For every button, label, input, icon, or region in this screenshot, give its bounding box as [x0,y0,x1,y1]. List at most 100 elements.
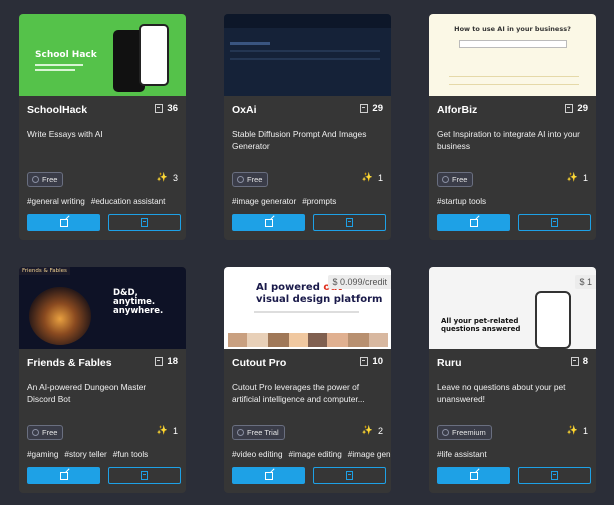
tag[interactable]: #prompts [302,197,336,206]
tag[interactable]: #story teller [64,450,106,459]
bookmark-icon [346,471,353,480]
open-website-button[interactable] [232,214,305,231]
thumbnail-image[interactable]: How to use AI in your business? [429,14,596,96]
save-count-value: 8 [582,356,588,367]
tool-card-friends-fables[interactable]: Friends & Fables D&D, anytime. anywhere.… [19,267,186,493]
phone-mockup [535,291,571,349]
circle-icon [237,176,244,183]
tool-title[interactable]: SchoolHack [27,104,87,116]
search-box [459,40,567,48]
circle-icon [442,429,449,436]
tag-list: #life assistant [437,449,592,461]
thumbnail-image[interactable]: All your pet-related questions answered [429,267,596,349]
tool-title[interactable]: Ruru [437,357,462,369]
thumb-line [230,42,270,45]
pricing-badge: Free Trial [232,425,285,440]
tool-description: Write Essays with AI [27,129,103,139]
save-count-value: 10 [372,356,383,367]
tag[interactable]: #general writing [27,197,85,206]
magic-wand-icon: ✨ [156,172,168,182]
bookmark-icon [551,471,558,480]
open-website-button[interactable] [232,467,305,484]
bookmark-button[interactable] [108,467,181,484]
tool-title[interactable]: OxAi [232,104,257,116]
tag-list: #gaming #story teller #fun tools [27,449,182,461]
thumbnail-headline-2: visual design platform [256,294,383,305]
bookmark-icon [570,357,579,366]
table-scene-image [29,287,91,345]
thumbnail-headline: D&D, anytime. anywhere. [113,288,164,316]
usage-count-value: 1 [582,172,588,183]
price-tag: $ 0.099/credit [328,275,391,289]
thumbnail-headline: School Hack [35,50,97,60]
thumbnail-image[interactable]: Friends & Fables D&D, anytime. anywhere. [19,267,186,349]
bookmark-button[interactable] [518,467,591,484]
tool-title[interactable]: AIforBiz [437,104,477,116]
usage-count: ✨ 3 [157,172,178,183]
save-count: 8 [570,356,588,367]
tag[interactable]: #image generator [348,450,391,459]
tag[interactable]: #life assistant [437,450,487,459]
tag[interactable]: #startup tools [437,197,486,206]
thumb-line [35,69,75,71]
tool-card-cutout-pro[interactable]: AI powered out visual design platform $ … [224,267,391,493]
thumbnail-headline: How to use AI in your business? [454,25,571,33]
bookmark-icon [155,357,164,366]
tool-description: Cutout Pro leverages the power of artifi… [232,382,365,404]
tag-list: #startup tools [437,196,592,208]
external-link-icon [264,218,273,227]
phone-mockup [139,24,169,86]
open-website-button[interactable] [27,214,100,231]
thumb-bar [224,14,391,28]
usage-count: ✨ 2 [362,425,383,436]
circle-icon [442,176,449,183]
tag[interactable]: #fun tools [113,450,149,459]
tag[interactable]: #image generator [232,197,296,206]
save-count-value: 29 [577,103,588,114]
usage-count-value: 3 [172,172,178,183]
external-link-icon [59,471,68,480]
price-tag: $ 1 [575,275,596,289]
open-website-button[interactable] [437,214,510,231]
save-count-value: 29 [372,103,383,114]
thumb-line [254,311,359,313]
tool-title[interactable]: Cutout Pro [232,357,286,369]
open-website-button[interactable] [27,467,100,484]
tag-list: #general writing #education assistant [27,196,182,208]
bookmark-button[interactable] [518,214,591,231]
tool-card-aiforbiz[interactable]: How to use AI in your business? AIforBiz… [429,14,596,240]
tag[interactable]: #video editing [232,450,283,459]
magic-wand-icon: ✨ [566,425,578,435]
usage-count-value: 1 [172,425,178,436]
tool-card-oxai[interactable]: OxAi 29 Stable Diffusion Prompt And Imag… [224,14,391,240]
bookmark-button[interactable] [313,467,386,484]
usage-count: ✨ 1 [157,425,178,436]
tag-list: #image generator #prompts [232,196,387,208]
tag[interactable]: #gaming [27,450,58,459]
thumbnail-image[interactable] [224,14,391,96]
tool-card-schoolhack[interactable]: School Hack SchoolHack 36 Write Essays w… [19,14,186,240]
bookmark-icon [346,218,353,227]
bookmark-icon [141,471,148,480]
thumb-line [449,76,579,77]
open-website-button[interactable] [437,467,510,484]
save-count-value: 36 [167,103,178,114]
bookmark-button[interactable] [108,214,181,231]
tag[interactable]: #image editing [289,450,342,459]
usage-count-value: 1 [377,172,383,183]
bookmark-button[interactable] [313,214,386,231]
circle-icon [237,429,244,436]
tag[interactable]: #education assistant [91,197,166,206]
tool-title[interactable]: Friends & Fables [27,357,112,369]
thumbnail-headline: All your pet-related questions answered [441,317,521,333]
tool-card-ruru[interactable]: All your pet-related questions answered … [429,267,596,493]
pricing-badge: Free [27,172,64,187]
usage-count: ✨ 1 [567,172,588,183]
thumbnail-image[interactable]: School Hack [19,14,186,96]
pricing-label: Freemium [452,428,486,437]
pricing-badge: Free [232,172,269,187]
pricing-label: Free [452,175,468,184]
usage-count: ✨ 1 [567,425,588,436]
pricing-label: Free [42,175,58,184]
external-link-icon [469,471,478,480]
